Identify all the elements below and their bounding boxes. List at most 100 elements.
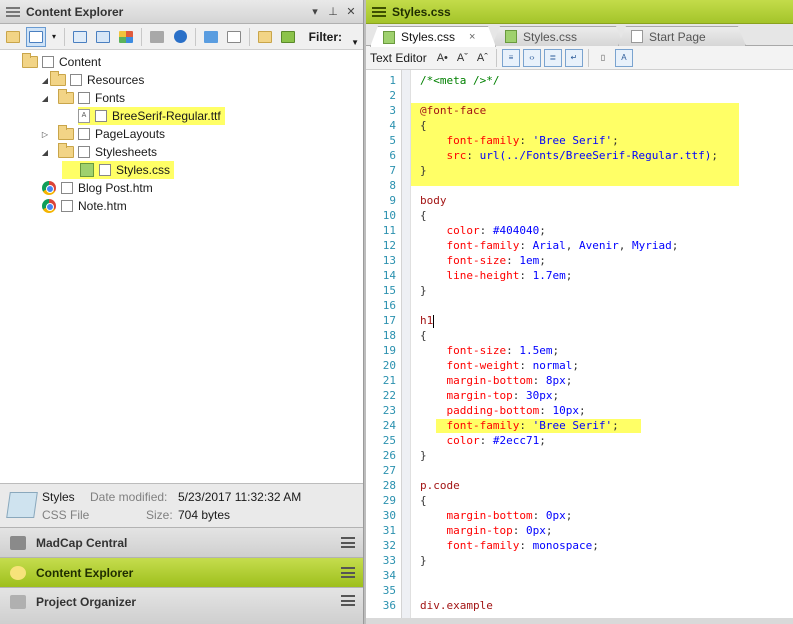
hamburger-icon[interactable]	[341, 595, 355, 606]
code-line: src: url(../Fonts/BreeSerif-Regular.ttf)…	[420, 148, 718, 163]
tree-item-font-file[interactable]: A BreeSerif-Regular.ttf	[78, 107, 225, 125]
tree-item-resources[interactable]: ◢ Resources	[40, 71, 144, 89]
code-line: font-size: 1em;	[420, 253, 545, 268]
add-file-button[interactable]	[278, 27, 298, 47]
tab-start-page[interactable]: Start Page	[618, 26, 746, 46]
hamburger-icon[interactable]	[341, 567, 355, 578]
tree-item-stylesheets[interactable]: ◢ Stylesheets	[40, 143, 157, 161]
file-tree: Content ◢ Resources ◢ Fonts A BreeSerif-…	[0, 51, 363, 483]
tree-checkbox[interactable]	[78, 128, 90, 140]
tab-styles-css-active[interactable]: Styles.css ×	[370, 26, 496, 47]
chrome-icon	[42, 199, 56, 213]
code-token: ;	[592, 539, 599, 552]
search-file-icon	[227, 30, 241, 43]
tree-item-fonts[interactable]: ◢ Fonts	[40, 89, 125, 107]
open-folder-button[interactable]	[3, 27, 23, 47]
tree-checkbox[interactable]	[95, 110, 107, 122]
code-line: font-size: 1.5em;	[420, 343, 559, 358]
tree-item-label: Resources	[87, 73, 145, 87]
copy-button[interactable]	[70, 27, 90, 47]
toolbar-divider	[495, 48, 497, 67]
code-token: {	[420, 209, 427, 222]
drag-grip-icon[interactable]	[6, 6, 20, 17]
highlight-toggle-icon[interactable]: ≣	[543, 48, 562, 67]
code-markup-toggle-icon[interactable]: ‹›	[522, 48, 541, 67]
code-token: }	[420, 284, 427, 297]
collapse-arrow-icon[interactable]: ◢	[40, 94, 50, 103]
line-number: 29	[382, 494, 396, 507]
new-folder-button[interactable]	[255, 27, 275, 47]
close-icon[interactable]: ✕	[345, 5, 357, 18]
filter-dropdown-icon[interactable]: ▼	[351, 38, 359, 47]
grid-button[interactable]	[116, 27, 136, 47]
font-increase-button[interactable]: Aˆ	[474, 52, 491, 64]
code-token: ;	[711, 149, 719, 162]
tree-item-note[interactable]: Note.htm	[42, 197, 127, 215]
code-line: {	[420, 118, 427, 133]
tree-checkbox[interactable]	[61, 200, 73, 212]
code-token: font-size	[420, 254, 507, 267]
tree-item-pagelayouts[interactable]: ▷ PageLayouts	[40, 125, 165, 143]
accordion-madcap-central[interactable]: MadCap Central	[0, 527, 363, 557]
tree-checkbox[interactable]	[99, 164, 111, 176]
font-reset-button[interactable]: A•	[434, 52, 451, 64]
dropdown-arrow-icon[interactable]: ▾	[309, 5, 321, 18]
line-number: 15	[382, 284, 396, 297]
tab-styles-css[interactable]: Styles.css	[492, 26, 624, 46]
close-tab-icon[interactable]: ×	[469, 31, 475, 43]
folder-icon	[58, 89, 74, 104]
tree-item-content[interactable]: Content	[22, 53, 101, 71]
tree-item-label: PageLayouts	[95, 127, 166, 141]
page-view-icon[interactable]: ▯	[594, 49, 612, 67]
line-number: 10	[382, 209, 396, 222]
pin-icon[interactable]: ⊥	[327, 5, 339, 18]
code-editor[interactable]: 1/*<meta />*/2 3 @font-face 4{5 font-family…	[366, 70, 793, 618]
code-line: font-family: Arial, Avenir, Myriad;	[420, 238, 678, 253]
tree-item-styles-css[interactable]: Styles.css	[62, 161, 175, 179]
code-token: 1.7em	[532, 269, 566, 282]
editor-pane: Styles.css Styles.css × Styles.css Start…	[366, 0, 793, 624]
view-mode-button[interactable]	[26, 26, 46, 47]
code-token: p.code	[420, 479, 460, 492]
bind-icon	[150, 30, 164, 43]
hamburger-icon[interactable]	[341, 537, 355, 548]
line-number: 20	[382, 359, 396, 372]
toolbar-divider	[141, 27, 142, 46]
code-token: :	[532, 509, 546, 522]
font-decrease-button[interactable]: Aˇ	[454, 52, 471, 64]
toolbar-divider	[195, 27, 196, 46]
code-token: line-height	[420, 269, 520, 282]
tree-checkbox[interactable]	[70, 74, 82, 86]
line-numbers-toggle-icon[interactable]: ≡	[501, 48, 520, 67]
line-number: 13	[382, 254, 396, 267]
paste-button[interactable]	[93, 27, 113, 47]
import-button[interactable]	[201, 27, 221, 47]
code-token: #2ecc71	[492, 434, 540, 447]
tree-checkbox[interactable]	[42, 56, 54, 68]
code-token: :	[479, 434, 493, 447]
view-mode-dropdown[interactable]: ▾	[49, 27, 59, 47]
bind-button[interactable]	[147, 27, 167, 47]
collapse-arrow-icon[interactable]: ◢	[40, 76, 50, 85]
line-number: 4	[389, 119, 396, 132]
drag-grip-icon[interactable]	[372, 6, 386, 17]
collapse-arrow-icon[interactable]: ◢	[40, 148, 50, 157]
tree-checkbox[interactable]	[78, 146, 90, 158]
code-token: Avenir	[578, 239, 619, 252]
folder-icon	[6, 30, 20, 43]
line-number: 25	[382, 434, 396, 447]
accordion-content-explorer[interactable]: Content Explorer	[0, 557, 363, 587]
search-file-button[interactable]	[224, 27, 244, 47]
tree-checkbox[interactable]	[78, 92, 90, 104]
code-token: }	[420, 449, 427, 462]
refresh-button[interactable]	[170, 27, 190, 47]
code-token: normal	[532, 359, 573, 372]
code-token: url(../Fonts/BreeSerif-Regular.ttf)	[479, 149, 712, 162]
code-token: Arial	[532, 239, 566, 252]
tree-checkbox[interactable]	[61, 182, 73, 194]
expand-arrow-icon[interactable]: ▷	[40, 130, 50, 139]
tree-item-blog-post[interactable]: Blog Post.htm	[42, 179, 153, 197]
format-icon[interactable]: A	[614, 48, 633, 67]
accordion-project-organizer[interactable]: Project Organizer	[0, 587, 363, 624]
word-wrap-toggle-icon[interactable]: ↵	[564, 48, 583, 67]
